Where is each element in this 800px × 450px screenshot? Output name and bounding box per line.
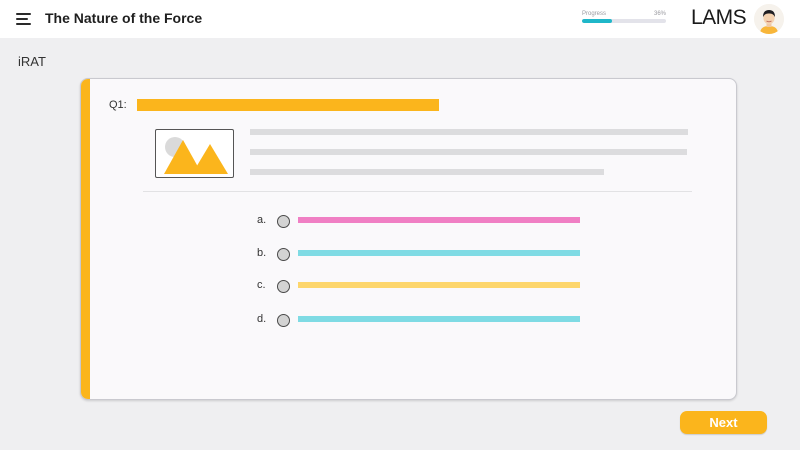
- progress-percent: 36%: [653, 11, 666, 17]
- option-text-placeholder: [298, 217, 580, 223]
- user-avatar-icon[interactable]: [754, 4, 784, 34]
- card-accent-stripe: [81, 79, 90, 399]
- progress-bar: [582, 19, 666, 23]
- body-text-placeholder: [250, 169, 604, 175]
- answer-option-c[interactable]: c.: [81, 279, 601, 295]
- radio-button[interactable]: [277, 215, 290, 228]
- option-letter: b.: [257, 247, 267, 259]
- option-text-placeholder: [298, 250, 580, 256]
- question-text-placeholder: [137, 99, 439, 111]
- question-number: Q1:: [109, 99, 127, 111]
- section-label: iRAT: [18, 54, 46, 69]
- answer-option-a[interactable]: a.: [81, 214, 601, 230]
- radio-button[interactable]: [277, 280, 290, 293]
- answer-option-b[interactable]: b.: [81, 247, 601, 263]
- lams-logo: LAMS: [691, 6, 747, 29]
- option-text-placeholder: [298, 282, 580, 288]
- progress-label: Progress: [582, 11, 607, 17]
- option-text-placeholder: [298, 316, 580, 322]
- option-letter: a.: [257, 214, 267, 226]
- question-card: Q1: a. b. c. d.: [80, 78, 737, 400]
- progress-bar-fill: [582, 19, 613, 23]
- image-placeholder-icon: [155, 129, 234, 178]
- radio-button[interactable]: [277, 248, 290, 261]
- next-button[interactable]: Next: [680, 411, 767, 434]
- page-title: The Nature of the Force: [45, 10, 203, 26]
- answer-option-d[interactable]: d.: [81, 313, 601, 329]
- body-text-placeholder: [250, 149, 687, 155]
- radio-button[interactable]: [277, 314, 290, 327]
- hamburger-menu-icon[interactable]: [16, 13, 32, 25]
- option-letter: d.: [257, 313, 267, 325]
- option-letter: c.: [257, 279, 266, 291]
- top-bar: The Nature of the Force Progress 36% LAM…: [0, 0, 800, 38]
- body-text-placeholder: [250, 129, 688, 135]
- divider: [143, 191, 692, 192]
